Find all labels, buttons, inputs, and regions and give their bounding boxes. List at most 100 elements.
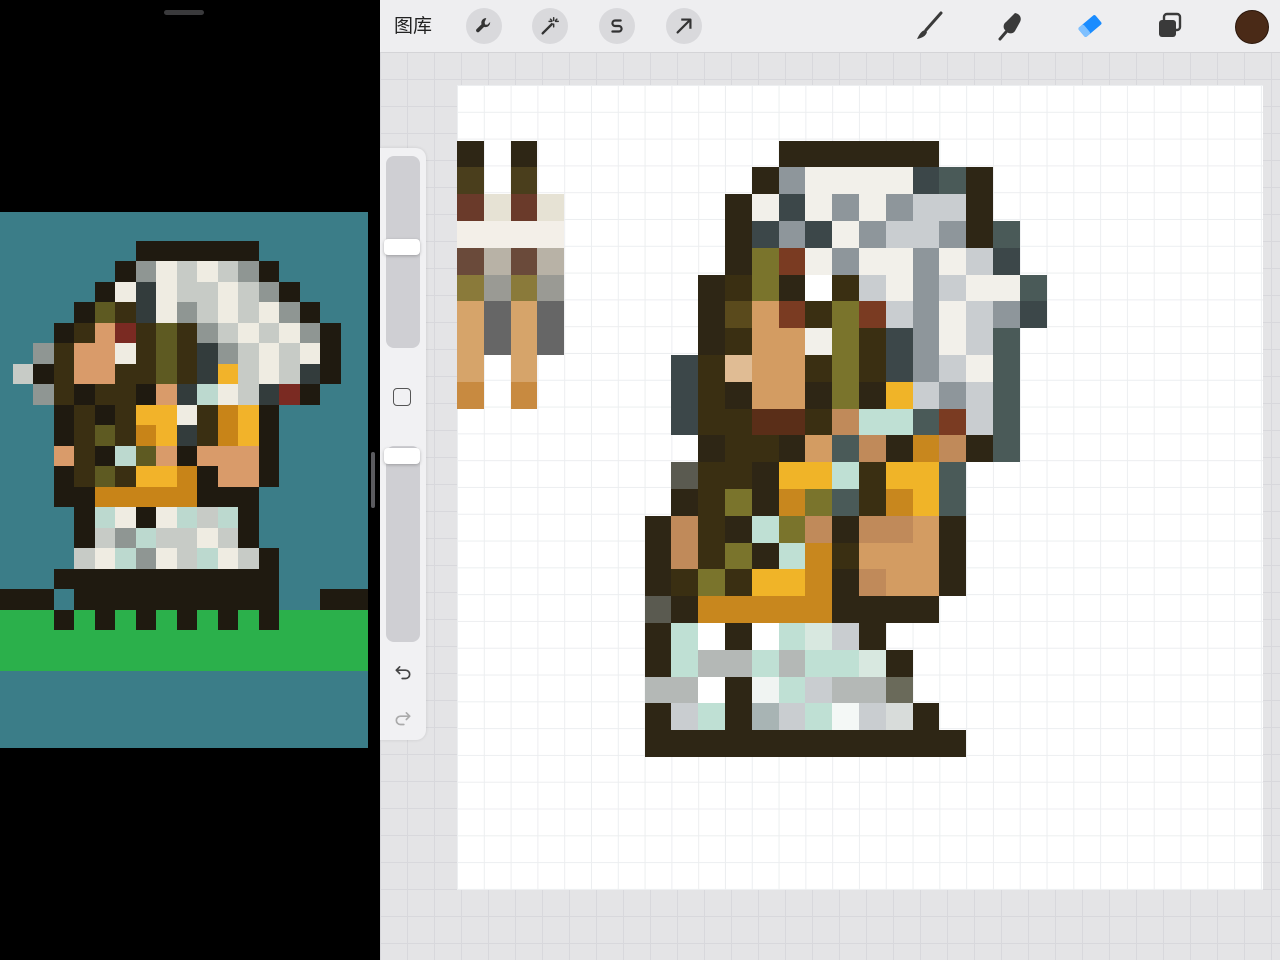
reference-pixel bbox=[115, 404, 136, 425]
undo-icon[interactable] bbox=[390, 658, 416, 684]
reference-pixel bbox=[176, 404, 197, 425]
reference-pixel bbox=[238, 261, 259, 282]
reference-pixel bbox=[176, 466, 197, 487]
sprite-pixel bbox=[832, 221, 859, 248]
sprite-pixel bbox=[751, 569, 806, 597]
reference-pixel bbox=[279, 363, 300, 384]
sprite-pixel bbox=[939, 435, 967, 463]
sprite-pixel bbox=[885, 435, 913, 463]
reference-pixel bbox=[156, 507, 177, 528]
sprite-pixel bbox=[859, 328, 886, 355]
sprite-pixel bbox=[832, 569, 859, 597]
sprite-pixel bbox=[725, 355, 752, 382]
sprite-pixel bbox=[778, 676, 806, 704]
eraser-icon[interactable] bbox=[1071, 8, 1109, 44]
transform-arrow-icon[interactable] bbox=[666, 8, 702, 44]
brush-size-thumb[interactable] bbox=[384, 239, 420, 255]
sprite-pixel bbox=[725, 462, 752, 489]
sprite-pixel bbox=[778, 623, 806, 650]
sprite-pixel bbox=[725, 194, 752, 221]
reference-pixel bbox=[0, 630, 368, 671]
reference-pixel bbox=[53, 363, 74, 384]
reference-pixel bbox=[258, 343, 279, 364]
sprite-pixel bbox=[778, 435, 806, 463]
sprite-pixel bbox=[805, 274, 833, 302]
reference-pixel bbox=[74, 302, 95, 323]
reference-pixel bbox=[94, 527, 115, 548]
opacity-slider[interactable] bbox=[386, 446, 420, 642]
sprite-pixel bbox=[698, 489, 725, 516]
sprite-pixel bbox=[644, 515, 672, 543]
reference-pixel bbox=[74, 507, 95, 528]
reference-pixel bbox=[94, 486, 197, 507]
reference-pixel bbox=[135, 445, 156, 466]
reference-pixel bbox=[115, 343, 136, 364]
reference-pixel bbox=[197, 466, 218, 487]
reference-pixel bbox=[135, 240, 259, 261]
reference-pixel bbox=[279, 343, 300, 364]
sprite-pixel bbox=[939, 247, 967, 275]
opacity-thumb[interactable] bbox=[384, 448, 420, 464]
sprite-pixel bbox=[939, 328, 967, 355]
color-picker-swatch[interactable] bbox=[1235, 10, 1269, 44]
reference-pixel bbox=[176, 302, 197, 323]
magic-wand-icon[interactable] bbox=[532, 8, 568, 44]
layers-icon[interactable] bbox=[1151, 8, 1189, 44]
sprite-pixel bbox=[671, 355, 699, 382]
reference-pixel bbox=[176, 445, 197, 466]
sprite-pixel bbox=[912, 355, 940, 382]
modify-square-icon[interactable] bbox=[393, 388, 411, 406]
reference-pixel bbox=[176, 343, 197, 364]
sprite-pixel bbox=[966, 355, 993, 382]
sprite-pixel bbox=[671, 408, 699, 436]
sprite-pixel bbox=[885, 328, 913, 355]
sprite-pixel bbox=[859, 408, 913, 436]
sprite-pixel bbox=[698, 542, 725, 570]
sprite-pixel bbox=[885, 381, 913, 409]
sprite-pixel bbox=[885, 194, 913, 221]
wrench-icon[interactable] bbox=[466, 8, 502, 44]
reference-pixel bbox=[135, 609, 156, 630]
reference-pixel bbox=[74, 404, 95, 425]
sprite-pixel bbox=[805, 676, 833, 704]
gallery-button[interactable]: 图库 bbox=[394, 12, 432, 40]
sprite-pixel bbox=[725, 301, 752, 329]
palette-strip-pixel bbox=[751, 167, 779, 195]
reference-pixel bbox=[320, 343, 341, 364]
sprite-pixel bbox=[966, 408, 993, 436]
reference-pixel bbox=[217, 302, 238, 323]
sprite-pixel bbox=[805, 542, 833, 570]
reference-pixel bbox=[53, 425, 74, 446]
sprite-pixel bbox=[698, 328, 725, 355]
sprite-pixel bbox=[966, 247, 993, 275]
smudge-icon[interactable] bbox=[991, 8, 1029, 44]
sprite-pixel bbox=[859, 381, 886, 409]
split-view-divider[interactable] bbox=[371, 452, 375, 508]
palette-strip-pixel bbox=[457, 140, 484, 168]
reference-pixel bbox=[238, 404, 259, 425]
selection-s-icon[interactable] bbox=[599, 8, 635, 44]
reference-pixel bbox=[299, 322, 320, 343]
sprite-pixel bbox=[993, 435, 1020, 463]
reference-pixel bbox=[33, 343, 54, 364]
sprite-pixel bbox=[751, 381, 779, 409]
palette-strip-pixel bbox=[457, 194, 484, 221]
reference-pixel bbox=[156, 302, 177, 323]
sprite-pixel bbox=[698, 355, 725, 382]
brush-icon[interactable] bbox=[911, 8, 949, 44]
reference-pixel bbox=[279, 281, 300, 302]
sprite-pixel bbox=[725, 623, 752, 650]
redo-icon[interactable] bbox=[390, 704, 416, 730]
multitasking-handle[interactable] bbox=[164, 10, 204, 15]
palette-strip-pixel bbox=[457, 221, 565, 248]
sprite-pixel bbox=[939, 355, 967, 382]
sprite-pixel bbox=[859, 569, 886, 597]
sprite-pixel bbox=[751, 194, 779, 221]
reference-pixel bbox=[135, 548, 156, 569]
drawing-canvas[interactable] bbox=[457, 85, 1263, 890]
sprite-pixel bbox=[751, 542, 779, 570]
palette-strip-pixel bbox=[537, 274, 565, 302]
sprite-pixel bbox=[751, 462, 779, 489]
reference-pixel bbox=[53, 343, 74, 364]
sprite-pixel bbox=[912, 408, 940, 436]
